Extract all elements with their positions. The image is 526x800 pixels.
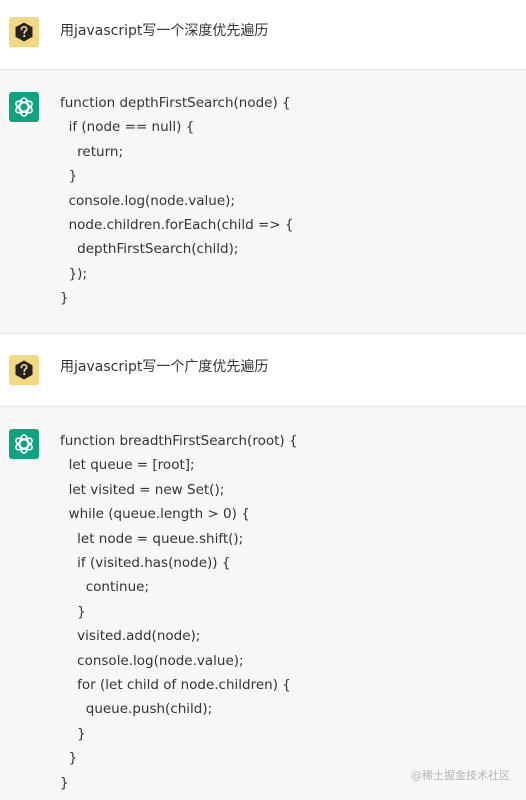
- code-line: }: [60, 168, 78, 185]
- assistant-avatar: [9, 429, 39, 459]
- assistant-message-2: function breadthFirstSearch(root) { let …: [0, 406, 526, 800]
- code-line: node.children.forEach(child => {: [60, 217, 294, 234]
- code-line: continue;: [60, 579, 149, 596]
- code-line: }: [60, 603, 86, 620]
- code-line: for (let child of node.children) {: [60, 677, 291, 694]
- code-line: }: [60, 774, 69, 791]
- code-line: depthFirstSearch(child);: [60, 241, 239, 258]
- code-line: return;: [60, 143, 123, 160]
- code-line: function depthFirstSearch(node) {: [60, 95, 291, 111]
- user-message-1: 用javascript写一个深度优先遍历: [0, 0, 526, 70]
- code-line: queue.push(child);: [60, 701, 213, 718]
- code-line: }: [60, 750, 78, 767]
- code-line: let visited = new Set();: [60, 481, 225, 498]
- code-line: });: [60, 265, 87, 282]
- code-block: function breadthFirstSearch(root) { let …: [60, 429, 298, 795]
- watermark: @稀土掘金技术社区: [411, 769, 510, 782]
- code-line: }: [60, 725, 86, 742]
- code-block: function depthFirstSearch(node) { if (no…: [60, 91, 293, 311]
- code-line: let node = queue.shift();: [60, 530, 244, 547]
- code-line: if (visited.has(node)) {: [60, 555, 231, 572]
- code-line: console.log(node.value);: [60, 192, 235, 209]
- user-prompt-text: 用javascript写一个广度优先遍历: [60, 359, 269, 375]
- assistant-avatar: [9, 92, 39, 122]
- code-line: if (node == null) {: [60, 119, 195, 136]
- code-line: visited.add(node);: [60, 628, 201, 645]
- code-line: while (queue.length > 0) {: [60, 506, 250, 523]
- code-line: console.log(node.value);: [60, 652, 244, 669]
- user-avatar: [9, 355, 39, 385]
- code-line: function breadthFirstSearch(root) {: [60, 433, 298, 449]
- openai-logo-icon: [15, 434, 33, 454]
- question-mark-icon: [15, 360, 33, 380]
- assistant-message-1: function depthFirstSearch(node) { if (no…: [0, 69, 526, 334]
- code-line: }: [60, 290, 69, 307]
- code-line: let queue = [root];: [60, 457, 195, 474]
- openai-logo-icon: [15, 97, 33, 117]
- question-mark-icon: [15, 22, 33, 42]
- user-message-2: 用javascript写一个广度优先遍历: [0, 334, 526, 407]
- user-prompt-text: 用javascript写一个深度优先遍历: [60, 23, 269, 39]
- user-avatar: [9, 17, 39, 47]
